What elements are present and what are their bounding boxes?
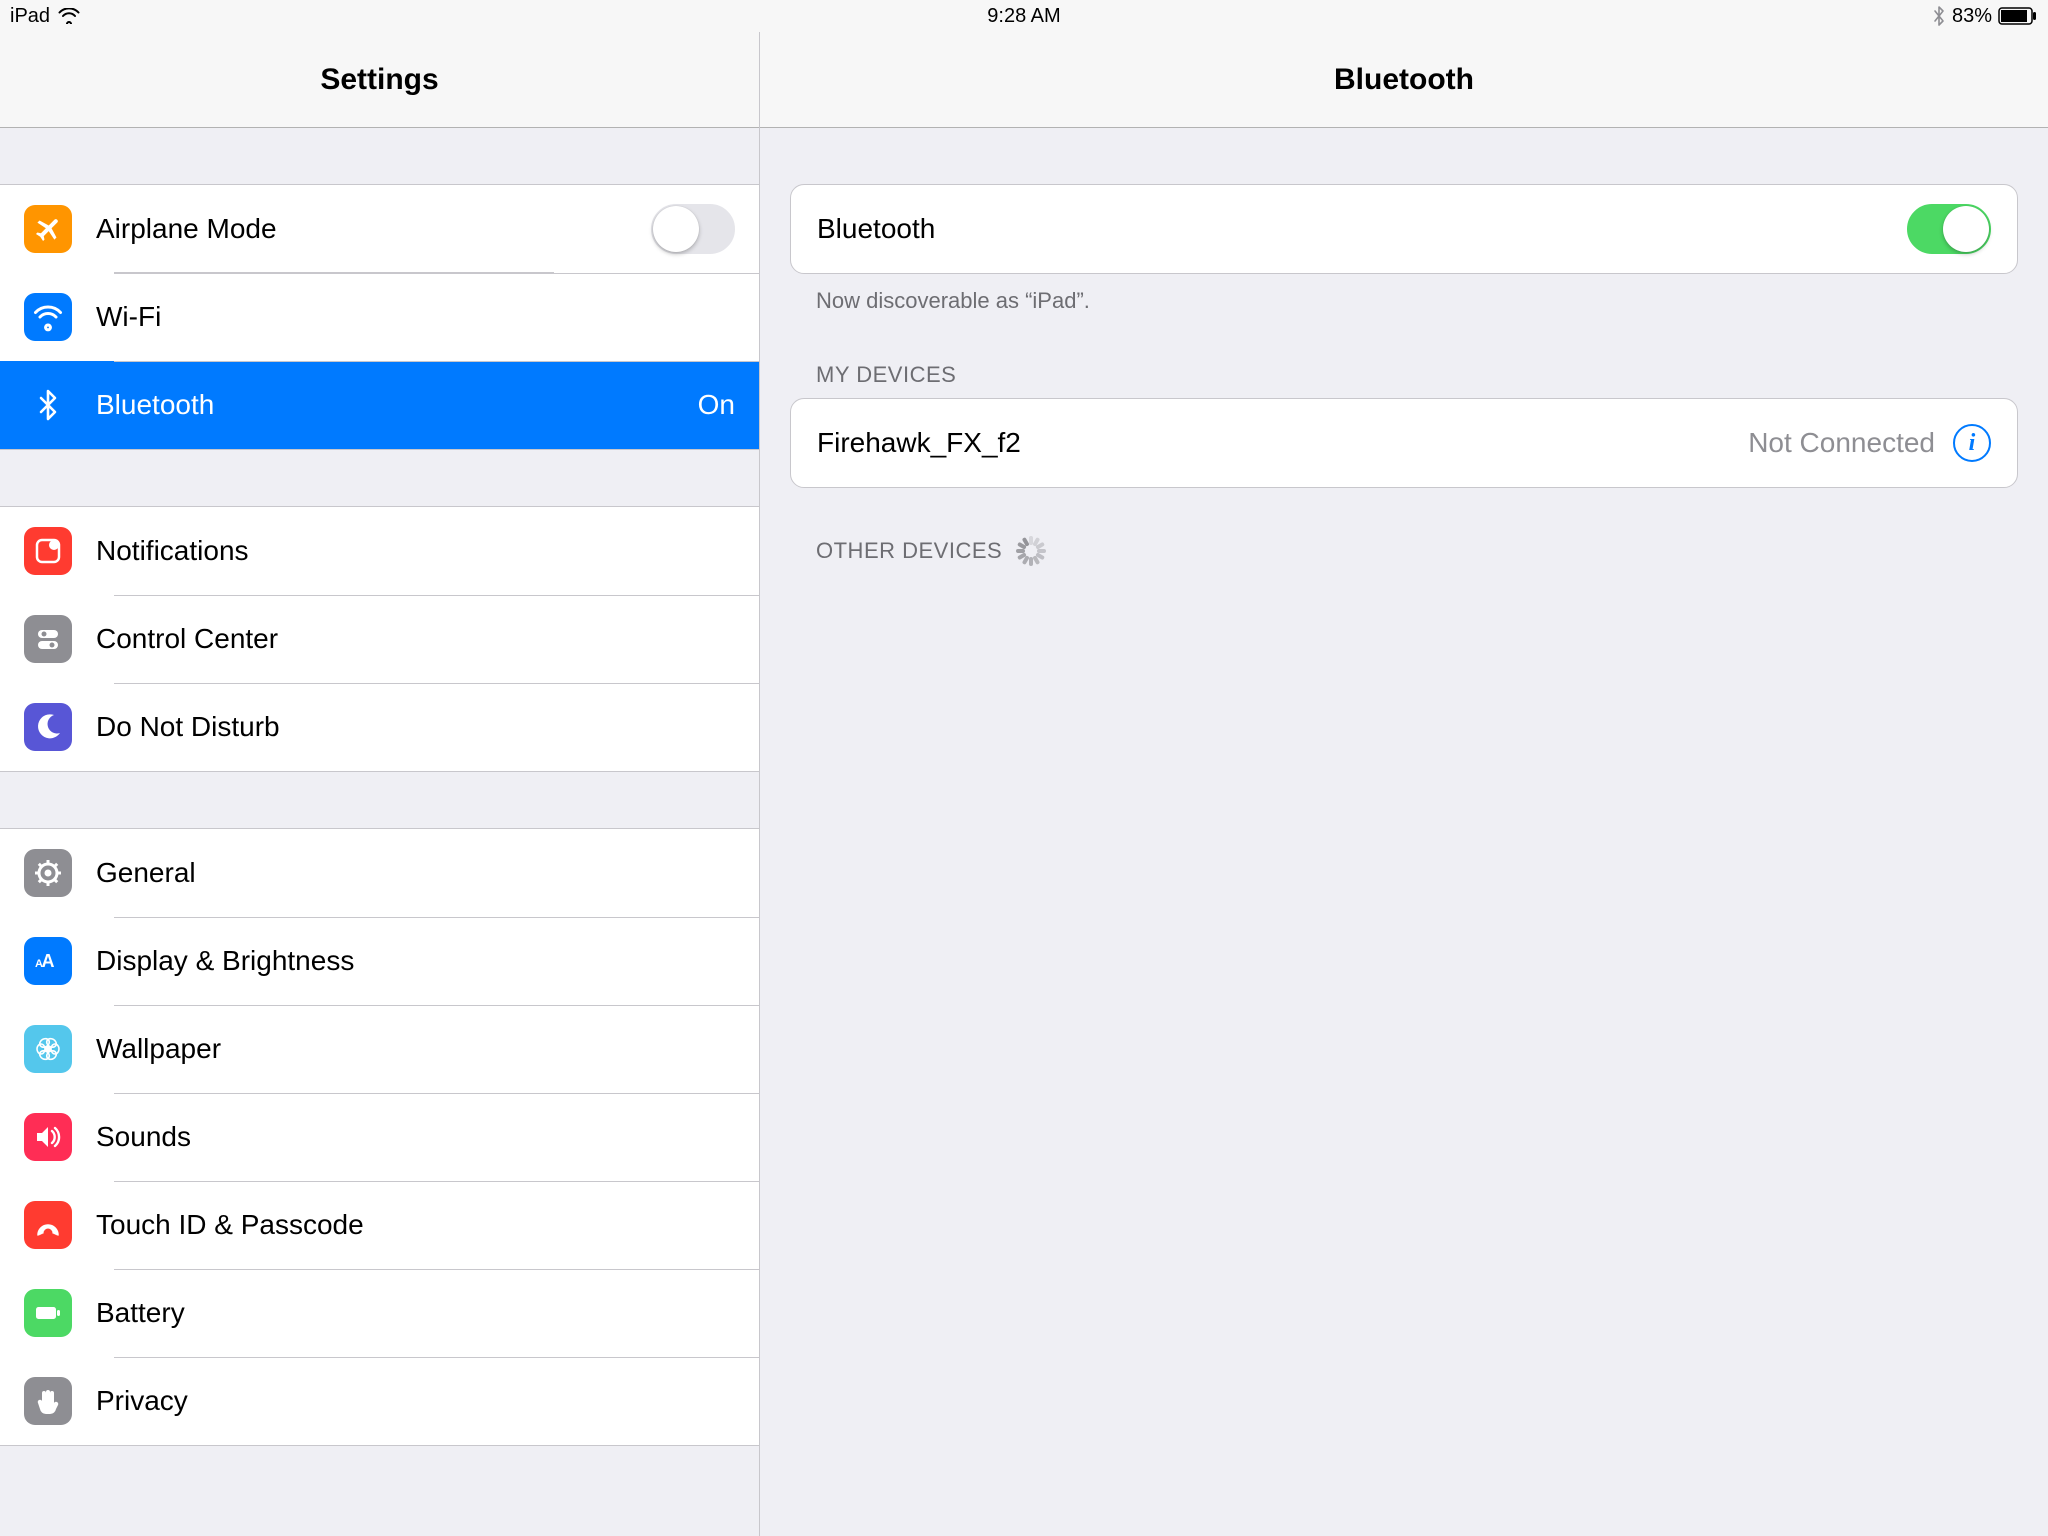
sidebar-item-label: Sounds	[96, 1121, 735, 1153]
clock: 9:28 AM	[770, 5, 1278, 28]
sidebar-item-label: Control Center	[96, 623, 735, 655]
wifi-icon	[24, 293, 72, 341]
my-devices-group: Firehawk_FX_f2 Not Connected i	[790, 398, 2018, 488]
battery-percentage: 83%	[1952, 5, 1992, 28]
sidebar-item-label: General	[96, 857, 735, 889]
my-devices-header: MY DEVICES	[816, 362, 2018, 388]
sidebar-item-battery[interactable]: Battery	[0, 1269, 759, 1357]
sidebar-item-sounds[interactable]: Sounds	[0, 1093, 759, 1181]
sidebar-item-label: Privacy	[96, 1385, 735, 1417]
sounds-icon	[24, 1113, 72, 1161]
sidebar-item-label: Battery	[96, 1297, 735, 1329]
bluetooth-toggle-group: Bluetooth	[790, 184, 2018, 274]
status-bar: iPad 9:28 AM 83%	[0, 0, 2048, 32]
display-icon: AA	[24, 937, 72, 985]
sidebar-item-wallpaper[interactable]: Wallpaper	[0, 1005, 759, 1093]
sidebar-item-label: Wi-Fi	[96, 301, 735, 333]
sidebar-group: Airplane Mode Wi-Fi BluetoothOn	[0, 184, 759, 450]
device-row[interactable]: Firehawk_FX_f2 Not Connected i	[791, 399, 2017, 487]
sidebar-item-label: Display & Brightness	[96, 945, 735, 977]
sidebar-item-label: Wallpaper	[96, 1033, 735, 1065]
sidebar-item-label: Airplane Mode	[96, 213, 651, 245]
sidebar-item-dnd[interactable]: Do Not Disturb	[0, 683, 759, 771]
sidebar-item-label: Do Not Disturb	[96, 711, 735, 743]
discoverable-text: Now discoverable as “iPad”.	[816, 288, 2018, 314]
sidebar-item-general[interactable]: General	[0, 829, 759, 917]
device-status: Not Connected	[1748, 427, 1935, 459]
sidebar-item-display[interactable]: AA Display & Brightness	[0, 917, 759, 1005]
sidebar-item-label: Touch ID & Passcode	[96, 1209, 735, 1241]
info-icon[interactable]: i	[1953, 424, 1991, 462]
detail-header: Bluetooth	[760, 32, 2048, 128]
sidebar-item-bluetooth[interactable]: BluetoothOn	[0, 361, 759, 449]
airplane-toggle[interactable]	[651, 204, 735, 254]
svg-text:A: A	[35, 958, 43, 970]
settings-sidebar: Settings Airplane Mode Wi-Fi BluetoothOn No…	[0, 32, 760, 1536]
sidebar-item-touchid[interactable]: Touch ID & Passcode	[0, 1181, 759, 1269]
gear-icon	[24, 849, 72, 897]
sidebar-group: Notifications Control Center Do Not Distur…	[0, 506, 759, 772]
bluetooth-toggle-row[interactable]: Bluetooth	[791, 185, 2017, 273]
sidebar-item-airplane[interactable]: Airplane Mode	[0, 185, 759, 273]
spinner-icon	[1016, 536, 1046, 566]
battery-status-icon	[1998, 7, 2038, 25]
sidebar-item-controlcenter[interactable]: Control Center	[0, 595, 759, 683]
device-name: iPad	[10, 5, 50, 28]
svg-text:A: A	[42, 951, 55, 971]
bluetooth-toggle-label: Bluetooth	[817, 213, 935, 245]
notifications-icon	[24, 527, 72, 575]
hand-icon	[24, 1377, 72, 1425]
wallpaper-icon	[24, 1025, 72, 1073]
battery-icon	[24, 1289, 72, 1337]
sidebar-item-privacy[interactable]: Privacy	[0, 1357, 759, 1445]
sidebar-item-label: Notifications	[96, 535, 735, 567]
fingerprint-icon	[24, 1201, 72, 1249]
sidebar-group: General AA Display & Brightness Wallpaper So…	[0, 828, 759, 1446]
detail-title: Bluetooth	[1334, 63, 1474, 97]
sidebar-title: Settings	[320, 63, 438, 97]
airplane-icon	[24, 205, 72, 253]
other-devices-label: OTHER DEVICES	[816, 538, 1002, 564]
device-name: Firehawk_FX_f2	[817, 427, 1021, 459]
detail-pane: Bluetooth Bluetooth Now discoverable as …	[760, 32, 2048, 1536]
sidebar-header: Settings	[0, 32, 759, 128]
sidebar-item-value: On	[698, 389, 735, 421]
sidebar-item-label: Bluetooth	[96, 389, 698, 421]
sidebar-item-wifi[interactable]: Wi-Fi	[0, 273, 759, 361]
bluetooth-status-icon	[1932, 5, 1946, 27]
sidebar-item-notifications[interactable]: Notifications	[0, 507, 759, 595]
wifi-status-icon	[58, 8, 80, 24]
controlcenter-icon	[24, 615, 72, 663]
bluetooth-icon	[24, 381, 72, 429]
moon-icon	[24, 703, 72, 751]
bluetooth-toggle[interactable]	[1907, 204, 1991, 254]
other-devices-header: OTHER DEVICES	[816, 536, 2018, 566]
